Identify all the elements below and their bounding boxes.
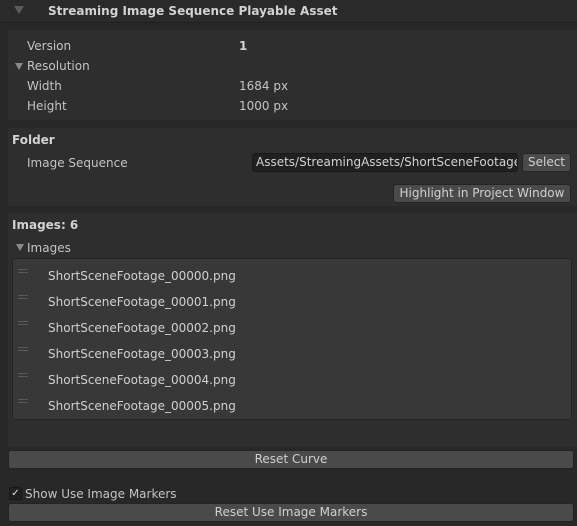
images-count: Images: 6 (12, 218, 79, 232)
reset-use-image-markers-button[interactable]: Reset Use Image Markers (8, 503, 574, 522)
height-value: 1000 px (239, 99, 289, 113)
images-list: ShortSceneFootage_00000.png ShortSceneFo… (12, 258, 572, 420)
checkmark-icon: ✓ (11, 488, 20, 499)
reset-curve-button[interactable]: Reset Curve (8, 450, 574, 469)
drag-handle-icon[interactable] (18, 399, 28, 403)
resolution-foldout[interactable]: Resolution (27, 59, 90, 73)
drag-handle-icon[interactable] (18, 373, 28, 377)
drag-handle-icon[interactable] (18, 269, 28, 273)
version-label: Version (27, 39, 72, 53)
list-item[interactable]: ShortSceneFootage_00003.png (13, 343, 571, 369)
images-foldout[interactable]: Images (27, 241, 71, 255)
width-label: Width (27, 79, 62, 93)
list-item[interactable]: ShortSceneFootage_00002.png (13, 317, 571, 343)
width-value: 1684 px (239, 79, 289, 93)
height-label: Height (27, 99, 67, 113)
list-item[interactable]: ShortSceneFootage_00001.png (13, 291, 571, 317)
image-sequence-label: Image Sequence (27, 156, 128, 170)
list-item[interactable]: ShortSceneFootage_00005.png (13, 395, 571, 421)
list-item[interactable]: ShortSceneFootage_00004.png (13, 369, 571, 395)
show-markers-label[interactable]: Show Use Image Markers (25, 487, 177, 501)
properties-section (8, 30, 577, 120)
drag-handle-icon[interactable] (18, 321, 28, 325)
foldout-triangle-icon[interactable] (16, 244, 24, 251)
foldout-triangle-icon[interactable] (15, 63, 23, 70)
drag-handle-icon[interactable] (18, 347, 28, 351)
folder-label: Folder (12, 133, 55, 147)
select-button[interactable]: Select (522, 153, 571, 172)
version-value: 1 (239, 39, 248, 53)
highlight-in-project-window-button[interactable]: Highlight in Project Window (393, 184, 571, 203)
component-title: Streaming Image Sequence Playable Asset (48, 4, 338, 18)
inspector-header[interactable]: Streaming Image Sequence Playable Asset (0, 0, 577, 23)
show-markers-checkbox[interactable]: ✓ (9, 487, 22, 500)
collapse-triangle-icon[interactable] (14, 6, 24, 14)
image-sequence-field[interactable]: Assets/StreamingAssets/ShortSceneFootage (252, 153, 518, 172)
drag-handle-icon[interactable] (18, 295, 28, 299)
list-item[interactable]: ShortSceneFootage_00000.png (13, 265, 571, 291)
